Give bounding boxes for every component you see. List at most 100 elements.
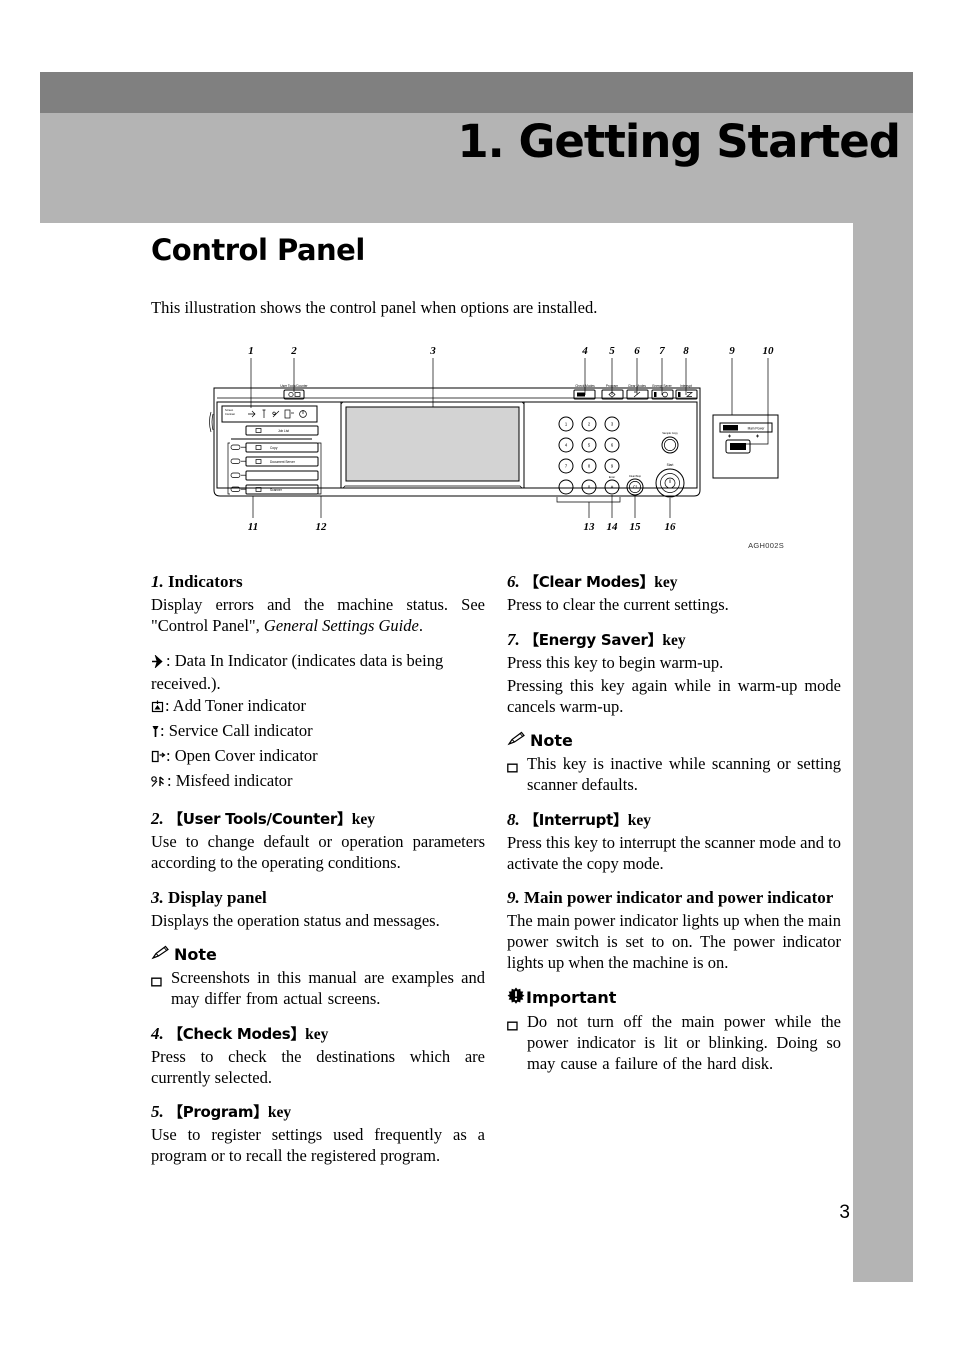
svg-text:Job List: Job List bbox=[278, 429, 289, 433]
svg-text:1: 1 bbox=[565, 422, 568, 427]
note-heading-right: Note bbox=[507, 731, 841, 750]
numeric-keypad: 1 2 3 4 5 6 7 8 9 . 0 Enter # bbox=[558, 416, 620, 495]
control-panel-illustration: .ln { stroke:#000; stroke-width:1; fill:… bbox=[209, 345, 779, 533]
svg-text:Sample Copy: Sample Copy bbox=[662, 431, 678, 435]
item-8-number: 8. bbox=[507, 809, 520, 829]
figure-callouts-bottom: 11 12 13 14 15 16 bbox=[248, 521, 676, 533]
svg-text:Screen: Screen bbox=[225, 408, 234, 412]
item-7-key-suffix: key bbox=[662, 632, 686, 650]
item-4-keyname: 【Check Modes】 bbox=[168, 1024, 306, 1043]
item-1-title: Indicators bbox=[168, 572, 243, 592]
item-3-number: 3. bbox=[151, 887, 164, 907]
figure-leader-lines-bottom bbox=[252, 495, 671, 519]
display-panel bbox=[340, 401, 525, 489]
indicator-open-cover: : Open Cover indicator bbox=[151, 746, 485, 769]
service-call-icon bbox=[151, 723, 160, 744]
important-item: Do not turn off the main power while the… bbox=[507, 1012, 841, 1074]
indicator-open-cover-text: : Open Cover indicator bbox=[166, 745, 318, 765]
pencil-icon bbox=[507, 731, 526, 750]
svg-text:14: 14 bbox=[607, 521, 619, 533]
item-5-key-suffix: key bbox=[267, 1104, 292, 1122]
item-2-paragraph: Use to change default or operation param… bbox=[151, 832, 485, 873]
item-4-heading: 4. 【Check Modes】key bbox=[151, 1024, 485, 1045]
svg-text:16: 16 bbox=[665, 521, 677, 533]
svg-text:Clear Modes: Clear Modes bbox=[628, 384, 646, 388]
svg-text:Start: Start bbox=[667, 463, 674, 467]
svg-text:0: 0 bbox=[588, 485, 591, 490]
svg-text:On: On bbox=[729, 427, 733, 431]
svg-text:15: 15 bbox=[630, 521, 642, 533]
function-keys-group: Job List Copy Document Server Scanner bbox=[227, 425, 322, 495]
important-bullet-icon bbox=[507, 1012, 519, 1074]
item-7-paragraph-2: Pressing this key again while in warm-up… bbox=[507, 675, 841, 716]
right-column: 6. 【Clear Modes】key Press to clear the c… bbox=[507, 572, 841, 1088]
svg-text:2: 2 bbox=[290, 345, 297, 357]
item-2-key-suffix: key bbox=[351, 811, 375, 829]
indicator-strip: Screen Contrast bbox=[221, 405, 318, 423]
right-margin-band bbox=[853, 223, 913, 1282]
svg-text:4: 4 bbox=[565, 443, 568, 448]
top-right-keys: Check Modes Program Clear Modes Energy S… bbox=[573, 384, 698, 400]
indicator-service-call: : Service Call indicator bbox=[151, 721, 485, 744]
item-7-keyname: 【Energy Saver】 bbox=[524, 631, 663, 650]
data-in-icon bbox=[151, 653, 166, 674]
svg-text:4: 4 bbox=[581, 345, 588, 357]
svg-text:Contrast: Contrast bbox=[225, 412, 235, 416]
user-tools-counter-key: User Tools/Counter bbox=[280, 384, 309, 400]
note-bullet-icon-left bbox=[151, 968, 163, 1010]
svg-text:Check Modes: Check Modes bbox=[575, 384, 595, 388]
item-3-paragraph: Displays the operation status and messag… bbox=[151, 910, 440, 930]
item-6-number: 6. bbox=[507, 572, 520, 592]
svg-text:10: 10 bbox=[763, 345, 775, 357]
item-8-paragraph: Press this key to interrupt the scanner … bbox=[507, 832, 841, 873]
note-heading-left: Note bbox=[151, 945, 485, 964]
note-text-left: Screenshots in this manual are examples … bbox=[171, 968, 485, 1009]
item-9-heading: 9. Main power indicator and power indica… bbox=[507, 888, 841, 909]
item-3-title: Display panel bbox=[168, 887, 267, 907]
item-6-key-suffix: key bbox=[654, 574, 678, 592]
page-number: 3 bbox=[839, 1202, 850, 1223]
item-4-paragraph: Press to check the destinations which ar… bbox=[151, 1046, 485, 1087]
page-root: 1. Getting Started Control Panel This il… bbox=[0, 0, 954, 1351]
chapter-band-dark bbox=[40, 72, 913, 113]
item-8-heading: 8. 【Interrupt】key bbox=[507, 810, 841, 831]
item-7-heading: 7. 【Energy Saver】key bbox=[507, 630, 841, 651]
item-6-heading: 6. 【Clear Modes】key bbox=[507, 572, 841, 593]
item-3-heading: 3. Display panel bbox=[151, 888, 485, 909]
item-1-paragraph: Display errors and the machine status. S… bbox=[151, 595, 485, 635]
svg-text:7: 7 bbox=[659, 345, 665, 357]
indicator-misfeed-text: : Misfeed indicator bbox=[167, 770, 293, 790]
svg-text:Main Power: Main Power bbox=[748, 427, 766, 431]
figure-id-label: AGH002S bbox=[748, 541, 784, 551]
item-2-number: 2. bbox=[151, 809, 164, 829]
item-9-paragraph: The main power indicator lights up when … bbox=[507, 911, 841, 972]
indicator-service-call-text: : Service Call indicator bbox=[160, 721, 313, 741]
item-4-number: 4. bbox=[151, 1023, 164, 1043]
svg-text:Energy Saver: Energy Saver bbox=[652, 384, 672, 388]
note-item-right: This key is inactive while scanning or s… bbox=[507, 754, 841, 796]
misfeed-icon bbox=[151, 773, 167, 794]
content-area: Control Panel This illustration shows th… bbox=[151, 236, 841, 1181]
svg-text:5: 5 bbox=[588, 443, 591, 448]
svg-text:Scanner: Scanner bbox=[270, 488, 283, 492]
svg-text:6: 6 bbox=[611, 443, 614, 448]
item-6-paragraph: Press to clear the current settings. bbox=[507, 595, 729, 615]
svg-text:11: 11 bbox=[248, 521, 258, 533]
svg-text:3: 3 bbox=[611, 422, 614, 427]
sample-copy-key: Sample Copy bbox=[661, 431, 679, 454]
note-item-left: Screenshots in this manual are examples … bbox=[151, 968, 485, 1010]
item-8-key-suffix: key bbox=[627, 811, 651, 829]
svg-text:Interrupt: Interrupt bbox=[680, 384, 692, 388]
control-panel-figure: .ln { stroke:#000; stroke-width:1; fill:… bbox=[208, 340, 784, 551]
item-7-number: 7. bbox=[507, 630, 520, 650]
item-5-paragraph: Use to register settings used frequently… bbox=[151, 1125, 485, 1166]
svg-text:.: . bbox=[565, 485, 566, 490]
item-6-keyname: 【Clear Modes】 bbox=[524, 573, 655, 592]
item-7-paragraph-1: Press this key to begin warm-up. bbox=[507, 653, 724, 673]
guide-reference: General Settings Guide bbox=[263, 615, 419, 635]
svg-text:8: 8 bbox=[588, 464, 591, 469]
note-bullet-icon-right bbox=[507, 754, 519, 796]
item-1-number: 1. bbox=[151, 572, 164, 592]
chapter-title: 1. Getting Started bbox=[457, 115, 901, 168]
note-text-right: This key is inactive while scanning or s… bbox=[527, 754, 841, 795]
